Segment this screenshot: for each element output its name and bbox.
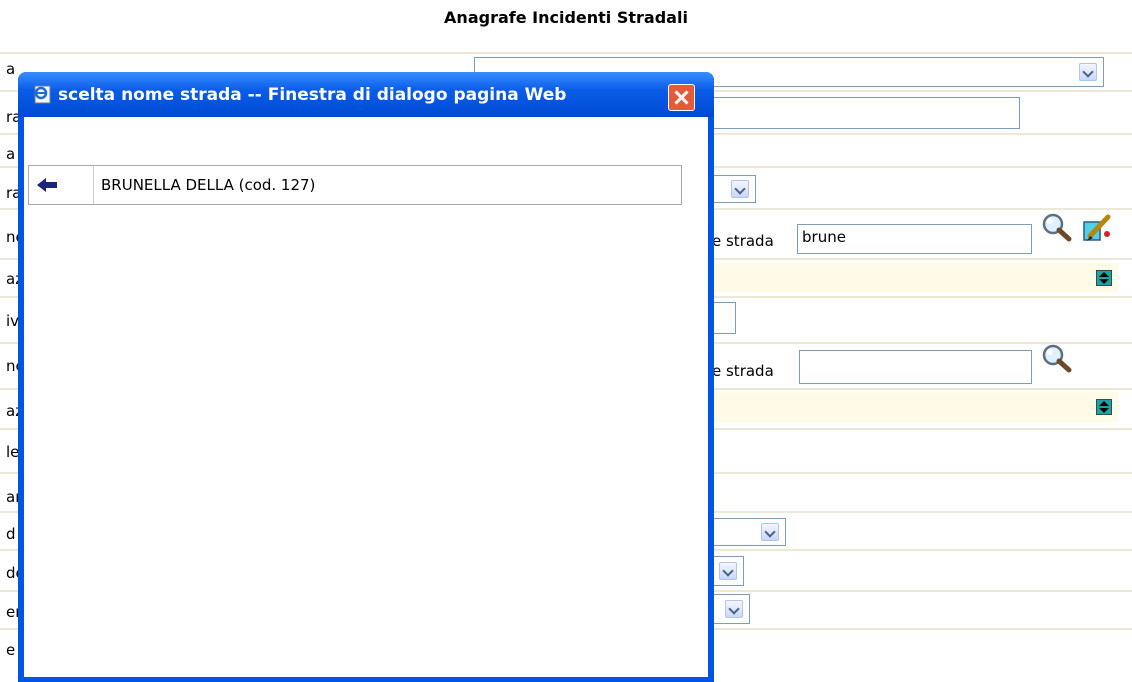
column-divider: [93, 166, 94, 204]
search-icon[interactable]: [1040, 343, 1072, 373]
chevron-down-icon[interactable]: [761, 523, 779, 541]
text-field[interactable]: [700, 97, 1020, 129]
spinner-icon[interactable]: [1096, 399, 1112, 415]
chevron-down-icon[interactable]: [719, 562, 737, 580]
result-street-name[interactable]: BRUNELLA DELLA (cod. 127): [101, 176, 315, 194]
edit-icon[interactable]: [1082, 214, 1112, 242]
back-arrow-icon[interactable]: [37, 177, 61, 193]
search-icon[interactable]: [1040, 212, 1072, 242]
street-name-value: brune: [802, 228, 846, 246]
row-separator: [0, 52, 1132, 54]
dialog-title: scelta nome strada -- Finestra di dialog…: [58, 85, 567, 105]
page-title: Anagrafe Incidenti Stradali: [444, 8, 688, 27]
strada-label: e strada: [712, 232, 774, 250]
chevron-down-icon[interactable]: [1079, 63, 1097, 81]
ie-page-icon: [34, 85, 51, 104]
close-icon[interactable]: [668, 84, 695, 111]
form-label: a: [6, 60, 16, 78]
chevron-down-icon[interactable]: [725, 600, 743, 618]
result-row[interactable]: BRUNELLA DELLA (cod. 127): [28, 165, 682, 205]
combo-strada-2[interactable]: [700, 392, 1118, 422]
dialog-titlebar[interactable]: scelta nome strada -- Finestra di dialog…: [18, 72, 714, 117]
street-name-input-2[interactable]: [799, 350, 1032, 384]
combo-strada-1[interactable]: [700, 263, 1118, 292]
spinner-icon[interactable]: [1096, 270, 1112, 286]
strada-label: e strada: [712, 362, 774, 380]
chevron-down-icon[interactable]: [731, 180, 749, 198]
street-name-input[interactable]: brune: [797, 224, 1032, 254]
dialog-body: BRUNELLA DELLA (cod. 127): [24, 117, 708, 677]
street-choice-dialog: scelta nome strada -- Finestra di dialog…: [18, 72, 714, 682]
